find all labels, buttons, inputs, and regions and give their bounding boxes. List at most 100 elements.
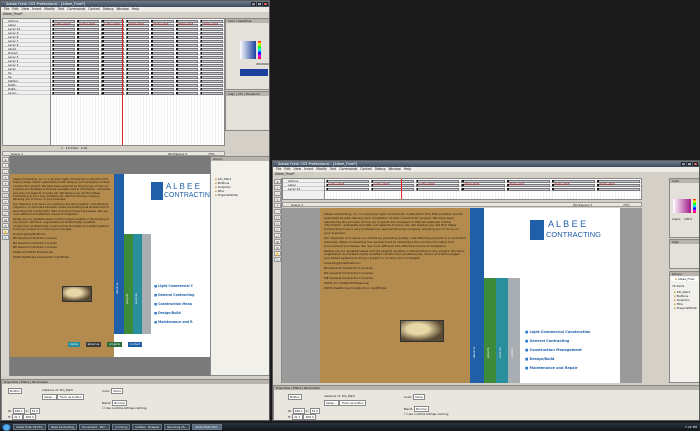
keyframe[interactable] — [126, 80, 129, 82]
keyframe[interactable] — [151, 40, 153, 42]
keyframe[interactable] — [52, 56, 55, 58]
service-link[interactable]: Light Commercial Construction — [525, 330, 591, 334]
keyframe[interactable] — [77, 36, 79, 38]
keyframe[interactable] — [176, 48, 178, 50]
keyframe[interactable] — [126, 60, 129, 62]
layer-row[interactable]: Layer... — [3, 91, 50, 95]
keyframe[interactable] — [126, 48, 129, 50]
line-tool-icon[interactable]: ／ — [274, 209, 281, 214]
left-nav-contact[interactable]: contact — [128, 342, 143, 347]
right-doc-tab[interactable]: Albee_Final* — [273, 172, 313, 177]
keyframe[interactable] — [101, 44, 104, 46]
keyframe[interactable] — [126, 68, 129, 70]
swap-button[interactable]: Swap... — [324, 400, 339, 406]
keyframe[interactable] — [52, 48, 55, 50]
keyframe[interactable] — [126, 52, 129, 54]
menu-control[interactable]: Control — [360, 167, 372, 172]
brush-tool-icon[interactable]: 🖌 — [2, 211, 9, 216]
keyframe[interactable] — [52, 84, 55, 86]
keyframe[interactable] — [176, 44, 178, 46]
keyframe[interactable] — [176, 64, 178, 66]
taskbar-button[interactable]: Recording CS... — [164, 424, 190, 430]
keyframe[interactable] — [151, 44, 153, 46]
keyframe[interactable] — [326, 188, 329, 190]
keyframe[interactable] — [126, 40, 129, 42]
frame-row[interactable] — [51, 91, 224, 95]
taskbar-button[interactable]: Albee Contracting — [47, 424, 78, 430]
selection-tool-icon[interactable]: ➤ — [274, 179, 281, 184]
symbol-type-select[interactable]: Button — [8, 388, 22, 394]
playhead[interactable] — [401, 179, 402, 199]
keyframe[interactable] — [126, 84, 129, 86]
left-doc-tab[interactable]: Albee_Final* — [1, 12, 41, 17]
keyframe[interactable] — [101, 84, 104, 86]
left-timeline[interactable]: Actions Label Layer 10 Layer 9 Layer 8 Layer … — [2, 18, 225, 146]
keyframe[interactable] — [151, 64, 153, 66]
right-vtab-services[interactable]: services — [499, 347, 502, 358]
keyframe[interactable] — [176, 36, 178, 38]
height-field[interactable]: 21.1 — [292, 414, 303, 420]
keyframe[interactable] — [77, 44, 79, 46]
keyframe[interactable] — [101, 32, 104, 34]
keyframe[interactable] — [52, 92, 55, 94]
taskbar-button[interactable]: Document1 - Micr... — [79, 424, 111, 430]
subselect-tool-icon[interactable]: ↗ — [2, 163, 9, 168]
keyframe[interactable] — [126, 92, 129, 94]
keyframe[interactable] — [101, 60, 104, 62]
left-nav-about[interactable]: about us — [85, 342, 102, 347]
menu-text[interactable]: Text — [58, 7, 64, 12]
bitmap-cache-checkbox[interactable]: Use runtime bitmap caching — [408, 412, 449, 416]
keyframe[interactable] — [151, 32, 153, 34]
menu-window[interactable]: Window — [388, 167, 401, 172]
color-picker-field[interactable] — [240, 41, 256, 59]
keyframe[interactable] — [52, 40, 55, 42]
left-vtab-about[interactable]: about us — [116, 283, 119, 294]
keyframe[interactable] — [52, 44, 55, 46]
keyframe[interactable] — [101, 68, 104, 70]
menu-commands[interactable]: Commands — [67, 7, 85, 12]
keyframe[interactable] — [126, 44, 129, 46]
keyframe[interactable] — [151, 88, 153, 90]
keyframe[interactable] — [151, 60, 153, 62]
alpha-value[interactable]: 100% — [684, 217, 692, 221]
service-link[interactable]: Maintenance and R — [154, 320, 193, 324]
library-item[interactable]: ProjectsWhite — [670, 306, 699, 310]
keyframe[interactable] — [151, 48, 153, 50]
keyframe[interactable] — [77, 80, 79, 82]
right-vtab-contact[interactable]: contact — [511, 348, 514, 358]
library-doc-select[interactable]: Albee_Final — [671, 277, 698, 281]
keyframe[interactable] — [101, 36, 104, 38]
menu-modify[interactable]: Modify — [316, 167, 327, 172]
keyframe[interactable] — [176, 56, 178, 58]
keyframe[interactable] — [151, 80, 153, 82]
keyframe[interactable] — [77, 88, 79, 90]
keyframe[interactable] — [126, 32, 129, 34]
left-nav-projects[interactable]: projects — [107, 342, 123, 347]
keyframe[interactable] — [77, 64, 79, 66]
paint-bucket-icon[interactable]: ◍ — [2, 217, 9, 222]
keyframe[interactable] — [77, 40, 79, 42]
keyframe[interactable] — [101, 64, 104, 66]
menu-control[interactable]: Control — [88, 7, 100, 12]
menu-text[interactable]: Text — [330, 167, 336, 172]
keyframe[interactable] — [52, 28, 55, 30]
line-tool-icon[interactable]: ／ — [2, 187, 9, 192]
service-link[interactable]: Light Commercial C — [154, 284, 193, 288]
service-link[interactable]: Construction Management — [525, 348, 582, 352]
keyframe[interactable] — [77, 68, 79, 70]
keyframe[interactable] — [101, 72, 104, 74]
menu-commands[interactable]: Commands — [339, 167, 357, 172]
keyframe[interactable] — [126, 88, 129, 90]
hex-value[interactable]: #000000 — [256, 62, 269, 66]
keyframe[interactable] — [151, 76, 153, 78]
pen-tool-icon[interactable]: ✎ — [2, 175, 9, 180]
keyframe[interactable] — [52, 80, 55, 82]
hand-tool-icon[interactable]: ✋ — [274, 251, 281, 256]
pencil-tool-icon[interactable]: ✏ — [2, 205, 9, 210]
keyframe[interactable] — [176, 84, 178, 86]
rectangle-tool-icon[interactable]: ▭ — [2, 199, 9, 204]
swap-button[interactable]: Swap... — [42, 394, 57, 400]
menu-debug[interactable]: Debug — [103, 7, 113, 12]
minimize-button[interactable]: _ — [681, 162, 686, 166]
keyframe[interactable] — [126, 76, 129, 78]
